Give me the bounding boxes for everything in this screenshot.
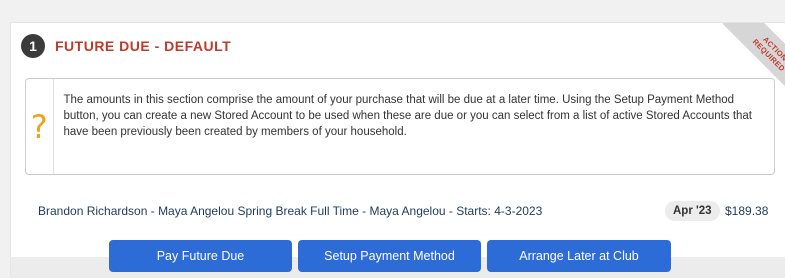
section-title: FUTURE DUE - DEFAULT bbox=[55, 38, 232, 54]
step-number-badge: 1 bbox=[21, 34, 45, 58]
due-date-badge: Apr '23 bbox=[665, 201, 720, 221]
line-item-description: Brandon Richardson - Maya Angelou Spring… bbox=[38, 204, 543, 218]
info-icon-column: ? bbox=[26, 79, 54, 174]
info-box: ? The amounts in this section comprise t… bbox=[25, 78, 775, 175]
action-buttons: Pay Future Due Setup Payment Method Arra… bbox=[109, 240, 671, 272]
pay-future-due-button[interactable]: Pay Future Due bbox=[109, 240, 292, 272]
setup-payment-method-button[interactable]: Setup Payment Method bbox=[298, 240, 481, 272]
section-header: 1 FUTURE DUE - DEFAULT bbox=[21, 33, 231, 59]
line-item-amount: $189.38 bbox=[725, 204, 769, 218]
question-mark-icon: ? bbox=[30, 107, 48, 146]
info-text: The amounts in this section comprise the… bbox=[63, 94, 753, 138]
arrange-later-at-club-button[interactable]: Arrange Later at Club bbox=[487, 240, 671, 272]
future-due-card: ACTION REQUIRED 1 FUTURE DUE - DEFAULT ?… bbox=[10, 22, 785, 278]
